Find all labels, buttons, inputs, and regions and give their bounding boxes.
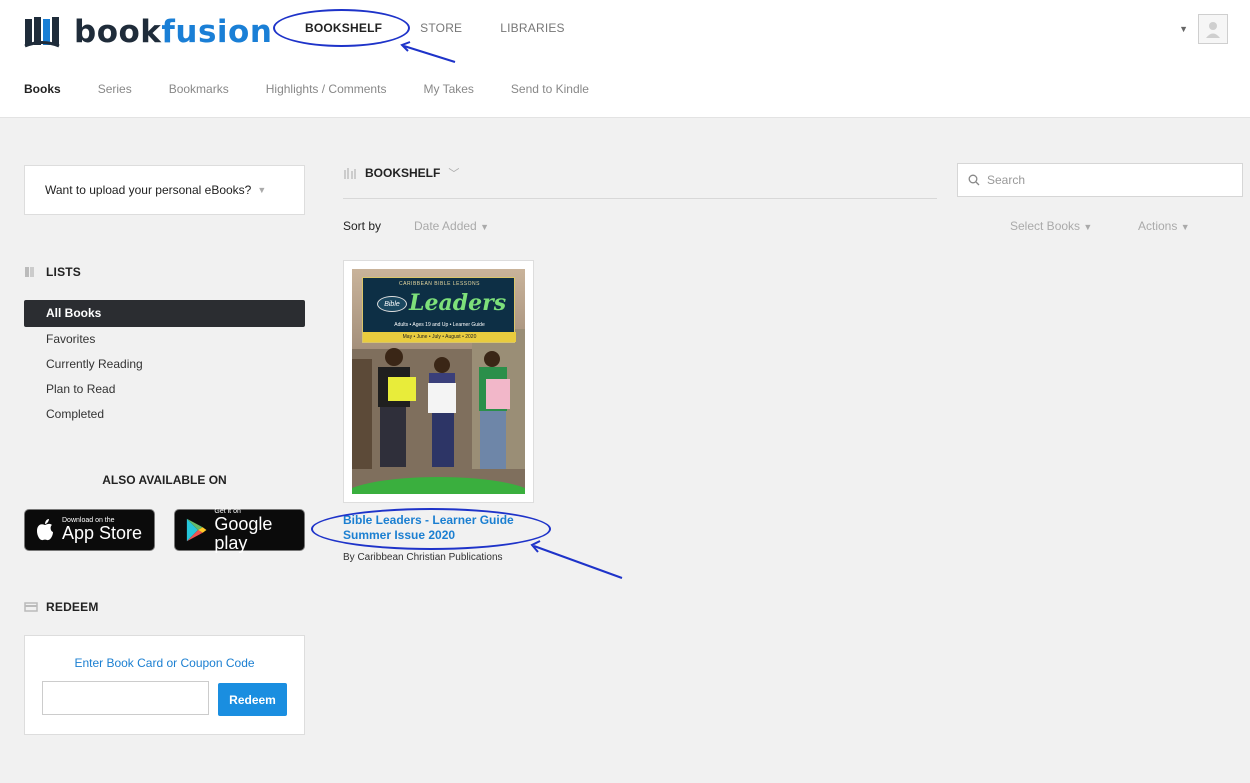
- card-icon: [24, 602, 38, 612]
- cover-banner: CARIBBEAN BIBLE LESSONS Bible Leaders Ad…: [362, 277, 516, 343]
- sub-nav: Books Series Bookmarks Highlights / Comm…: [24, 82, 626, 96]
- divider: [343, 198, 937, 199]
- actions-dropdown[interactable]: Actions ▼: [1138, 219, 1190, 233]
- list-item-favorites[interactable]: Favorites: [24, 327, 305, 352]
- sort-dropdown[interactable]: Date Added ▼: [414, 219, 489, 233]
- search-placeholder: Search: [987, 173, 1026, 187]
- list-item-currently-reading[interactable]: Currently Reading: [24, 352, 305, 377]
- tab-highlights-comments[interactable]: Highlights / Comments: [266, 82, 387, 96]
- redeem-title: Enter Book Card or Coupon Code: [74, 656, 255, 670]
- arrow-to-book-title: [533, 545, 623, 579]
- bookshelf-dropdown[interactable]: BOOKSHELF ﹀: [343, 165, 459, 181]
- caret-down-icon[interactable]: ▼: [1179, 24, 1188, 34]
- book-card[interactable]: CARIBBEAN BIBLE LESSONS Bible Leaders Ad…: [343, 260, 534, 503]
- search-input[interactable]: Search: [957, 163, 1243, 197]
- google-play-button[interactable]: Get it on Google play: [174, 508, 305, 553]
- avatar[interactable]: [1198, 14, 1228, 44]
- google-play-label: Google play: [214, 513, 273, 553]
- tab-bookmarks[interactable]: Bookmarks: [169, 82, 229, 96]
- select-books-dropdown[interactable]: Select Books ▼: [1010, 219, 1092, 233]
- google-play-icon: [186, 518, 207, 542]
- list-item-all-books[interactable]: All Books: [24, 300, 305, 327]
- list-item-completed[interactable]: Completed: [24, 402, 305, 427]
- upload-prompt-label: Want to upload your personal eBooks?: [45, 183, 252, 197]
- book-author: By Caribbean Christian Publications: [343, 552, 503, 563]
- bookshelf-label: BOOKSHELF: [365, 166, 441, 180]
- bookshelf-icon: [344, 168, 356, 179]
- book-icon: [25, 267, 34, 277]
- tab-my-takes[interactable]: My Takes: [423, 82, 473, 96]
- also-available-heading: ALSO AVAILABLE ON: [102, 473, 227, 487]
- book-cover[interactable]: CARIBBEAN BIBLE LESSONS Bible Leaders Ad…: [352, 269, 525, 494]
- user-menu[interactable]: ▼: [1179, 14, 1228, 44]
- tab-books[interactable]: Books: [24, 82, 61, 96]
- lists-heading: LISTS: [24, 265, 81, 279]
- app-store-label: App Store: [62, 523, 143, 543]
- coupon-code-input[interactable]: [42, 681, 209, 715]
- logo-text: bookfusion: [74, 14, 273, 50]
- tab-series[interactable]: Series: [98, 82, 132, 96]
- redeem-panel: Enter Book Card or Coupon Code Redeem: [24, 635, 305, 735]
- upload-ebooks-dropdown[interactable]: Want to upload your personal eBooks? ▼: [24, 165, 305, 215]
- app-store-button[interactable]: Download on the App Store: [24, 509, 155, 551]
- top-header: bookfusion BOOKSHELF STORE LIBRARIES ▼ B…: [0, 0, 1250, 118]
- sort-by-label: Sort by: [343, 219, 382, 233]
- list-item-plan-to-read[interactable]: Plan to Read: [24, 377, 305, 402]
- annotation-circle-book-title: [311, 508, 551, 550]
- user-icon: [1206, 22, 1220, 38]
- caret-down-icon: ▼: [257, 185, 267, 195]
- apple-icon: [37, 519, 53, 541]
- redeem-heading: REDEEM: [24, 600, 99, 614]
- logo-icon: [24, 17, 60, 48]
- bookfusion-logo[interactable]: bookfusion: [24, 12, 272, 52]
- chevron-down-icon: ﹀: [448, 168, 460, 180]
- redeem-button[interactable]: Redeem: [218, 683, 287, 716]
- tab-send-to-kindle[interactable]: Send to Kindle: [511, 82, 589, 96]
- lists-menu: All Books Favorites Currently Reading Pl…: [24, 300, 305, 427]
- nav-store[interactable]: STORE: [420, 21, 462, 35]
- annotation-circle-bookshelf: [273, 9, 410, 47]
- search-icon: [968, 174, 980, 186]
- nav-libraries[interactable]: LIBRARIES: [500, 21, 565, 35]
